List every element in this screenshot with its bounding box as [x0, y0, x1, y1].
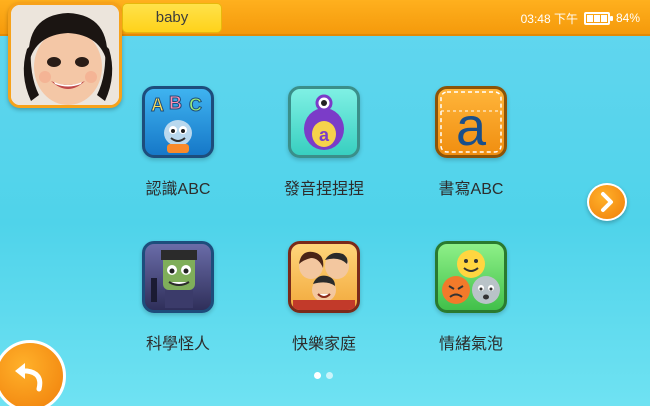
system-status: 03:48 下午 84% — [521, 0, 640, 36]
clock: 03:48 下午 — [520, 11, 578, 26]
app-label: 快樂家庭 — [291, 336, 356, 353]
next-page-button[interactable] — [587, 183, 627, 221]
app-happy-family[interactable]: 快樂家庭 — [264, 241, 384, 354]
app-writing-abc[interactable]: a 書寫ABC — [411, 86, 531, 199]
frankenstein-icon — [142, 241, 214, 313]
letter-a-writing-icon: a — [435, 86, 507, 158]
app-label: 發音捏捏捏 — [283, 181, 364, 198]
app-abc[interactable]: A B C 認識ABC — [118, 86, 238, 199]
emotion-bubbles-icon — [435, 241, 507, 313]
abc-monster-icon: A B C — [142, 86, 214, 158]
user-avatar[interactable] — [8, 2, 122, 108]
app-label: 科學怪人 — [145, 336, 210, 353]
chevron-right-icon — [601, 192, 613, 212]
svg-text:A: A — [151, 95, 164, 115]
page-dot-active[interactable] — [314, 372, 321, 379]
happy-family-icon — [288, 241, 360, 313]
app-label: 情緒氣泡 — [438, 336, 503, 353]
page-dot[interactable] — [326, 372, 333, 379]
purple-a-monster-icon: a — [288, 86, 360, 158]
app-label: 認識ABC — [145, 181, 211, 198]
app-frankenstein[interactable]: 科學怪人 — [118, 241, 238, 354]
app-label: 書寫ABC — [438, 181, 504, 198]
child-photo — [11, 5, 119, 105]
svg-text:B: B — [169, 93, 182, 113]
user-name-badge[interactable]: baby — [122, 3, 222, 33]
page-indicator — [314, 372, 333, 379]
svg-text:a: a — [456, 97, 487, 155]
app-emotion-bubbles[interactable]: 情緒氣泡 — [411, 241, 531, 354]
svg-text:C: C — [189, 95, 202, 115]
undo-arrow-icon — [15, 363, 43, 392]
battery-icon — [583, 11, 613, 25]
app-pronunciation[interactable]: a 發音捏捏捏 — [264, 86, 384, 199]
battery-percent: 84% — [615, 11, 640, 25]
svg-text:a: a — [319, 125, 330, 145]
back-button[interactable] — [0, 340, 66, 406]
